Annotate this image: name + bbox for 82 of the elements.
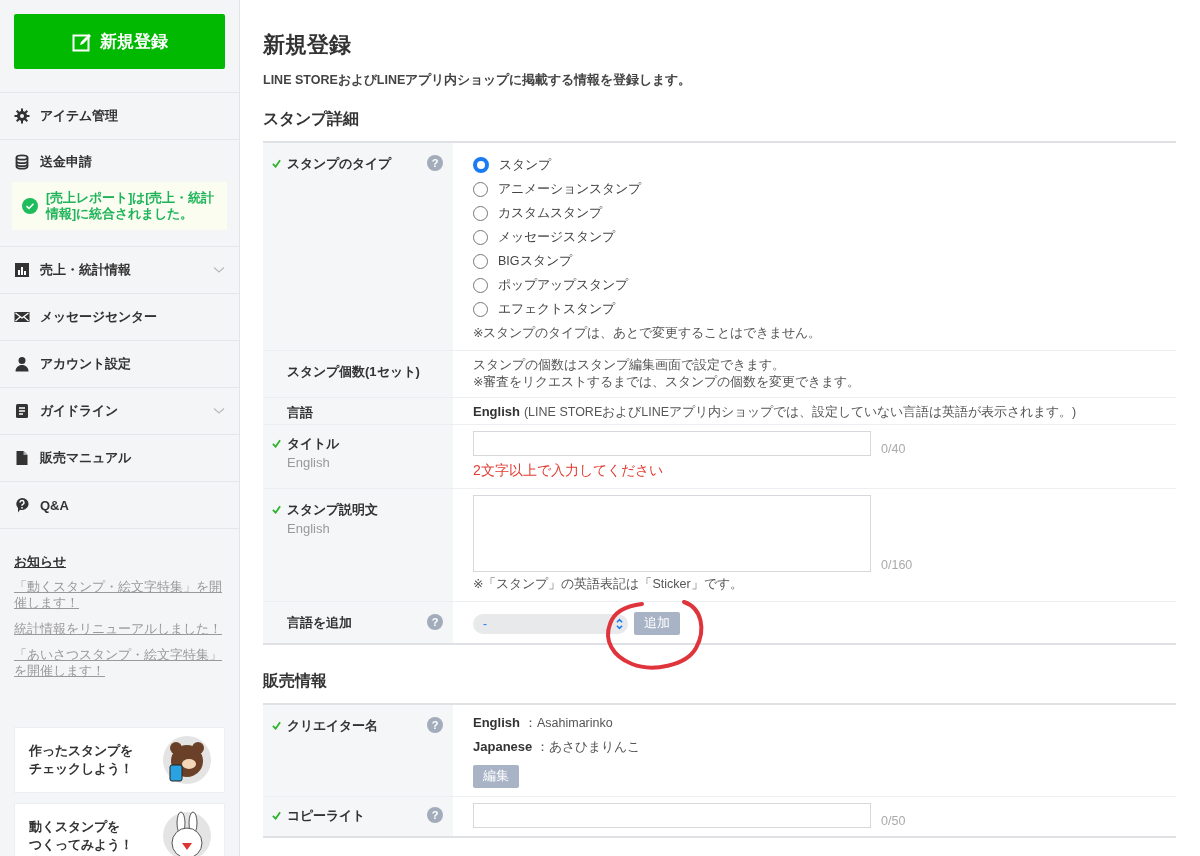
check-circle-icon [22,198,38,214]
news-heading: お知らせ [14,553,66,571]
sidebar-item-label: ガイドライン [40,402,119,420]
notice-text: [売上レポート]は[売上・統計情報]に統合されました。 [46,190,216,222]
radio-option[interactable]: ポップアップスタンプ [473,273,628,297]
radio-button[interactable] [473,253,488,269]
sidebar-item-label: メッセージセンター [40,308,158,326]
sidebar-item[interactable]: アイテム管理 [0,93,239,140]
text-input-field[interactable] [473,431,871,456]
sidebar-item-label: 送金申請 [40,153,93,171]
sidebar-item[interactable]: メッセージセンター [0,294,239,341]
sidebar-item-label: Q&A [40,497,70,513]
sidebar-item[interactable]: 販売マニュアル [0,435,239,482]
char-counter: 0/50 [881,814,906,828]
character-drawing [162,811,212,856]
sidebar-item-label: アカウント設定 [40,355,132,373]
radio-option[interactable]: カスタムスタンプ [473,201,602,225]
promo-text: チェックしよう！ [29,760,133,778]
field-label: 言語 [287,404,314,422]
sidebar-item[interactable]: 送金申請 [売上レポート]は[売上・統計情報]に統合されました。 [0,140,239,247]
info-text: ※審査をリクエストするまでは、スタンプの個数を変更できます。 [473,374,861,391]
radio-button[interactable] [473,181,488,197]
field-label: スタンプのタイプ [287,155,393,173]
gear-icon [14,108,30,124]
info-text: スタンプの個数はスタンプ編集画面で設定できます。 [473,357,785,374]
promo-card[interactable]: 作ったスタンプを チェックしよう！ [14,727,225,793]
document-icon [14,403,30,419]
radio-option[interactable]: スタンプ [473,153,551,177]
error-message: 2文字以上で入力してください [473,462,663,480]
edit-icon [71,31,92,52]
field-label: タイトル [287,435,340,453]
creator-language: English [473,715,520,730]
section-heading: 販売情報 [263,671,328,691]
bar-chart-icon [14,262,30,278]
radio-option[interactable]: メッセージスタンプ [473,225,615,249]
sidebar-item-label: 売上・統計情報 [40,261,132,279]
sidebar-item[interactable]: Q&A [0,482,239,529]
note-text: ※「スタンプ」の英語表記は「Sticker」です。 [473,576,743,593]
language-note: (LINE STOREおよびLINEアプリ内ショップでは、設定していない言語は英語が表示されます。) [523,404,1077,421]
field-label: スタンプ個数(1セット) [287,363,421,381]
radio-option[interactable]: アニメーションスタンプ [473,177,641,201]
radio-button[interactable] [473,229,488,245]
character-drawing [162,735,212,785]
field-label: コピーライト [287,807,366,825]
sidebar-item[interactable]: 売上・統計情報 [0,247,239,294]
creator-language: Japanese [473,739,533,754]
field-label: 言語を追加 [287,614,353,632]
field-label: クリエイター名 [287,717,379,735]
radio-option[interactable]: エフェクトスタンプ [473,297,615,321]
sidebar-item[interactable]: アカウント設定 [0,341,239,388]
char-counter: 0/160 [881,558,913,572]
radio-button[interactable] [473,205,488,221]
page-title: 新規登録 [263,31,352,59]
up-down-arrows-icon [615,617,624,630]
sidebar-item-label: 販売マニュアル [40,449,132,467]
field-label: スタンプ説明文 [287,501,379,519]
language-name: English [473,404,520,419]
creator-name: ：Asahimarinko [523,715,613,732]
char-counter: 0/40 [881,442,906,456]
note-text: ※スタンプのタイプは、あとで変更することはできません。 [473,325,822,342]
promo-card[interactable]: 動くスタンプを つくってみよう！ [14,803,225,856]
sidebar-item[interactable]: ガイドライン [0,388,239,435]
database-icon [14,154,30,170]
text-input-field[interactable] [473,803,871,828]
radio-button[interactable] [473,277,488,293]
promo-text: 動くスタンプを [29,818,121,836]
field-sublabel: English [287,521,331,536]
sidebar-item-label: アイテム管理 [40,107,119,125]
page-description: LINE STOREおよびLINEアプリ内ショップに掲載する情報を登録します。 [263,72,693,89]
section-heading: スタンプ詳細 [263,109,360,129]
question-bubble-icon [14,497,30,513]
radio-button[interactable] [473,157,489,173]
person-icon [14,356,30,372]
creator-name: ：あさひまりんこ [536,739,641,756]
textarea-field[interactable] [473,495,871,572]
promo-text: 作ったスタンプを [29,742,133,760]
radio-option[interactable]: BIGスタンプ [473,249,572,273]
promo-text: つくってみよう！ [29,836,133,854]
field-sublabel: English [287,455,331,470]
radio-button[interactable] [473,301,488,317]
file-icon [14,450,30,466]
envelope-icon [14,309,30,325]
